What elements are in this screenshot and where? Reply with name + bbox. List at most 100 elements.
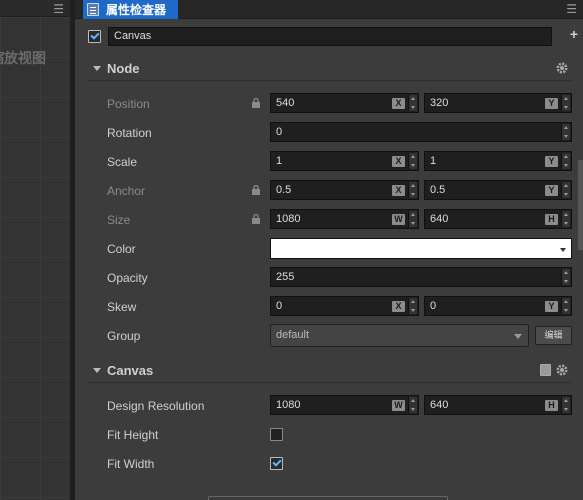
w-axis-badge: W (392, 214, 405, 225)
inspector-icon (87, 3, 99, 16)
anchor-row: Anchor 0.5 X 0.5 Y (107, 180, 572, 202)
scale-row: Scale 1 X 1 Y (107, 151, 572, 173)
size-width-value: 1080 (276, 213, 301, 225)
design-height-field[interactable]: 640 H (424, 395, 572, 415)
node-name-row: Canvas + (88, 26, 578, 46)
opacity-field[interactable]: 255 (270, 267, 572, 287)
scrollbar[interactable] (578, 160, 583, 250)
group-select[interactable]: default (270, 324, 529, 347)
skew-row: Skew 0 X 0 Y (107, 296, 572, 318)
spin-arrows-icon[interactable] (561, 211, 570, 227)
x-axis-badge: X (392, 98, 405, 109)
position-x-field[interactable]: 540 X (270, 93, 419, 113)
position-row: Position 540 X 320 Y (107, 93, 572, 115)
fit-height-checkbox[interactable] (270, 428, 283, 441)
size-height-field[interactable]: 640 H (424, 209, 572, 229)
spin-arrows-icon[interactable] (561, 182, 570, 198)
color-picker[interactable] (270, 238, 572, 259)
rotation-field[interactable]: 0 (270, 122, 572, 142)
plus-icon[interactable]: + (570, 26, 578, 42)
node-enabled-checkbox[interactable] (88, 29, 101, 43)
collapse-arrow-icon[interactable] (93, 66, 101, 71)
book-icon[interactable] (540, 364, 551, 376)
scale-x-value: 1 (276, 155, 283, 167)
spin-arrows-icon[interactable] (561, 397, 570, 413)
x-axis-badge: X (392, 156, 405, 167)
opacity-row: Opacity 255 (107, 267, 572, 289)
scale-x-field[interactable]: 1 X (270, 151, 419, 171)
y-axis-badge: Y (545, 98, 558, 109)
canvas-section-header[interactable]: Canvas (87, 359, 571, 383)
anchor-x-field[interactable]: 0.5 X (270, 180, 419, 200)
size-width-field[interactable]: 1080 W (270, 209, 419, 229)
lock-icon[interactable] (251, 98, 261, 108)
color-row: Color (107, 238, 572, 260)
opacity-label: Opacity (107, 271, 148, 285)
scale-label: Scale (107, 155, 138, 169)
anchor-y-field[interactable]: 0.5 Y (424, 180, 572, 200)
hamburger-icon[interactable]: ☰ (53, 2, 64, 16)
inspector-panel: 属性检查器 ☰ Canvas + Node Position 540 X 320… (75, 0, 583, 500)
lock-icon[interactable] (251, 214, 261, 224)
gear-icon[interactable] (555, 61, 569, 75)
skew-x-field[interactable]: 0 X (270, 296, 419, 316)
spin-arrows-icon[interactable] (561, 298, 570, 314)
anchor-y-value: 0.5 (430, 184, 446, 196)
design-width-field[interactable]: 1080 W (270, 395, 419, 415)
h-axis-badge: H (545, 214, 558, 225)
node-section-header[interactable]: Node (87, 57, 571, 81)
spin-arrows-icon[interactable] (408, 182, 417, 198)
skew-x-value: 0 (276, 300, 283, 312)
group-row: Group default 编辑 (107, 324, 572, 348)
lock-icon[interactable] (251, 185, 261, 195)
spin-arrows-icon[interactable] (408, 397, 417, 413)
spin-arrows-icon[interactable] (408, 153, 417, 169)
skew-y-value: 0 (430, 300, 437, 312)
chevron-down-icon (560, 248, 566, 252)
x-axis-badge: X (392, 301, 405, 312)
position-label: Position (107, 97, 150, 111)
color-label: Color (107, 242, 136, 256)
design-height-value: 640 (430, 399, 449, 411)
opacity-value: 255 (276, 271, 295, 283)
rotation-value: 0 (276, 126, 283, 138)
fit-height-row: Fit Height (107, 424, 571, 446)
anchor-label: Anchor (107, 184, 146, 198)
scale-y-field[interactable]: 1 Y (424, 151, 572, 171)
node-name-input[interactable]: Canvas (108, 26, 552, 46)
spin-arrows-icon[interactable] (561, 269, 570, 285)
fit-width-checkbox[interactable] (270, 457, 283, 470)
x-axis-badge: X (392, 185, 405, 196)
spin-arrows-icon[interactable] (561, 153, 570, 169)
design-resolution-label: Design Resolution (107, 399, 205, 413)
collapse-arrow-icon[interactable] (93, 368, 101, 373)
scale-y-value: 1 (430, 155, 437, 167)
size-label: Size (107, 213, 131, 227)
inspector-tabbar: 属性检查器 ☰ (75, 0, 583, 19)
w-axis-badge: W (392, 400, 405, 411)
y-axis-badge: Y (545, 156, 558, 167)
anchor-x-value: 0.5 (276, 184, 292, 196)
add-component-button[interactable] (208, 496, 448, 500)
group-label: Group (107, 329, 141, 343)
gear-icon[interactable] (555, 363, 569, 377)
position-y-field[interactable]: 320 Y (424, 93, 572, 113)
spin-arrows-icon[interactable] (408, 95, 417, 111)
spin-arrows-icon[interactable] (408, 298, 417, 314)
position-y-value: 320 (430, 97, 449, 109)
skew-y-field[interactable]: 0 Y (424, 296, 572, 316)
y-axis-badge: Y (545, 301, 558, 312)
spin-arrows-icon[interactable] (561, 124, 570, 140)
spin-arrows-icon[interactable] (561, 95, 570, 111)
inspector-content: Canvas + Node Position 540 X 320 Y Rotat… (75, 19, 583, 500)
tab-label: 属性检查器 (106, 3, 167, 17)
hamburger-icon[interactable]: ☰ (566, 2, 577, 16)
tab-inspector[interactable]: 属性检查器 (83, 0, 178, 19)
size-row: Size 1080 W 640 H (107, 209, 572, 231)
design-resolution-row: Design Resolution 1080 W 640 H (107, 395, 572, 417)
rotation-row: Rotation 0 (107, 122, 572, 144)
scene-grid[interactable] (0, 17, 70, 500)
edit-group-button[interactable]: 编辑 (535, 326, 572, 345)
fit-width-row: Fit Width (107, 453, 571, 475)
spin-arrows-icon[interactable] (408, 211, 417, 227)
